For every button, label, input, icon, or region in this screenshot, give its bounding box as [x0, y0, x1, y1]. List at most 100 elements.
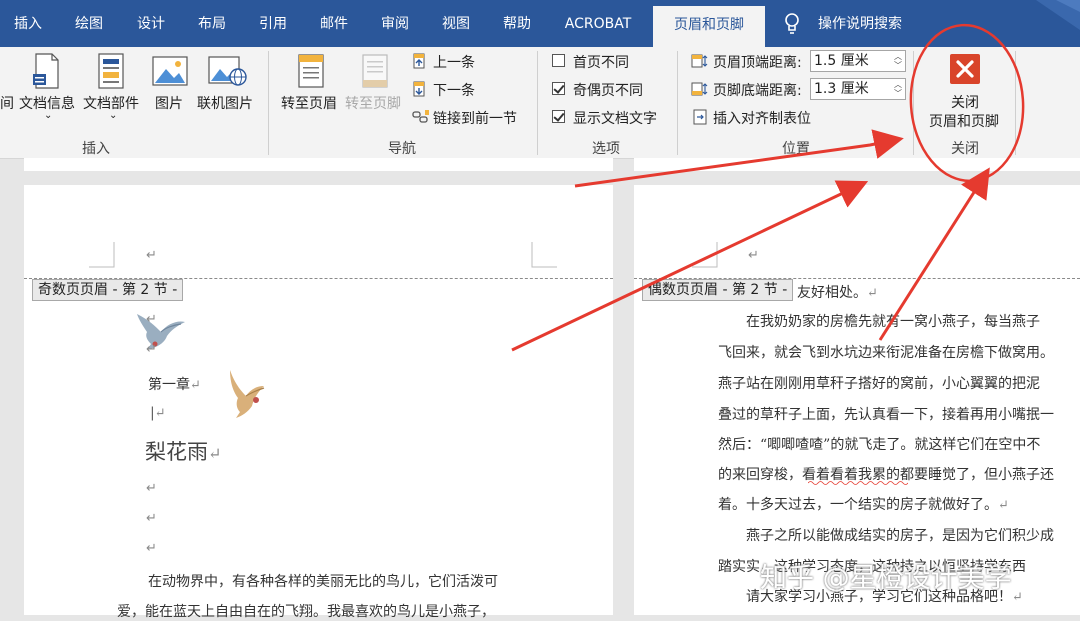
- close-header-footer-label-line1[interactable]: 关闭: [951, 92, 979, 112]
- footer-bottom-distance-label: 页脚底端距离:: [713, 83, 802, 99]
- odd-even-different-label[interactable]: 奇偶页不同: [573, 80, 643, 100]
- close-header-footer-label-line2[interactable]: 页眉和页脚: [929, 111, 999, 131]
- group-divider: [537, 51, 538, 155]
- picture-button[interactable]: 图片: [155, 93, 183, 113]
- margin-corner-mark: [531, 242, 557, 268]
- header-top-distance-label: 页眉顶端距离:: [713, 55, 802, 71]
- footer-bottom-distance-icon: [691, 82, 708, 96]
- next-icon: [413, 81, 425, 97]
- odd-page-header-tag: 奇数页页眉 - 第 2 节 -: [32, 279, 184, 301]
- group-label-navigation: 导航: [388, 141, 416, 157]
- header-top-distance-icon: [691, 54, 708, 68]
- header-top-distance-value[interactable]: 1.5 厘米: [814, 53, 869, 69]
- paragraph-mark: ↵: [208, 444, 222, 463]
- first-page-different-checkbox[interactable]: [552, 54, 565, 67]
- show-document-text-label[interactable]: 显示文档文字: [573, 108, 657, 128]
- goto-header-icon: [298, 54, 324, 88]
- tab-acrobat[interactable]: ACROBAT: [550, 0, 646, 47]
- paragraph-mark: ↵: [146, 541, 157, 556]
- chapter-heading[interactable]: 第一章↵: [148, 374, 201, 394]
- group-divider: [677, 51, 678, 155]
- paragraph-mark: ↵: [998, 498, 1009, 513]
- body-text-line[interactable]: 燕子之所以能做成结实的房子，是因为它们积少成: [718, 525, 1054, 545]
- header-top-distance-input[interactable]: 1.5 厘米 ︿ ﹀: [810, 50, 906, 72]
- body-text-line[interactable]: 着。十多天过去，一个结实的房子就做好了。↵: [718, 494, 1009, 514]
- online-picture-icon: [208, 56, 247, 86]
- paragraph-mark: ↵: [146, 511, 157, 526]
- previous-button[interactable]: 上一条: [433, 52, 475, 72]
- margin-corner-mark: [89, 242, 115, 268]
- lightbulb-icon: [785, 13, 799, 34]
- tab-design[interactable]: 设计: [122, 0, 180, 47]
- swallow-illustration: [230, 370, 265, 418]
- tab-layout[interactable]: 布局: [183, 0, 241, 47]
- body-text-line[interactable]: 燕子站在刚刚用草秆子搭好的窝前，小心翼翼的把泥: [718, 373, 1040, 393]
- paragraph-mark: ↵: [146, 481, 157, 496]
- goto-header-button[interactable]: 转至页眉: [281, 93, 337, 113]
- previous-page-bottom-left: [24, 158, 613, 171]
- ribbon-tab-bar: 插入 绘图 设计 布局 引用 邮件 审阅 视图 帮助 ACROBAT 页眉和页脚…: [0, 0, 1080, 47]
- tab-references[interactable]: 引用: [244, 0, 302, 47]
- body-text-line[interactable]: 在动物界中，有各种各样的美丽无比的鸟儿，它们活泼可: [148, 571, 498, 591]
- article-title[interactable]: 梨花雨↵: [145, 436, 221, 466]
- group-label-close: 关闭: [951, 141, 979, 157]
- body-text: 友好相处。: [797, 285, 867, 301]
- tab-insert[interactable]: 插入: [0, 0, 56, 47]
- previous-icon: [413, 53, 425, 69]
- body-text: 着。十多天过去，一个结实的房子就做好了。: [718, 497, 998, 513]
- group-divider: [268, 51, 269, 155]
- tab-review[interactable]: 审阅: [366, 0, 424, 47]
- paragraph-mark: ↵: [748, 248, 759, 263]
- body-text-line[interactable]: 爱，能在蓝天上自由自在的飞翔。我最喜欢的鸟儿是小燕子，: [117, 601, 495, 621]
- footer-bottom-distance-input[interactable]: 1.3 厘米 ︿ ﹀: [810, 78, 906, 100]
- swallow-illustration: [137, 314, 185, 350]
- body-text-line[interactable]: 在我奶奶家的房檐先就有一窝小燕子，每当燕子: [718, 311, 1040, 331]
- insert-alignment-tab-button[interactable]: 插入对齐制表位: [713, 108, 811, 128]
- group-label-position: 位置: [782, 141, 810, 157]
- footer-bottom-distance-value[interactable]: 1.3 厘米: [814, 81, 869, 97]
- paragraph-mark: ↵: [1012, 590, 1023, 605]
- spin-arrows-icon[interactable]: ︿ ﹀: [894, 80, 902, 98]
- body-text-line[interactable]: 友好相处。↵: [797, 282, 878, 302]
- margin-corner-mark: [692, 242, 718, 268]
- tab-draw[interactable]: 绘图: [60, 0, 118, 47]
- group-divider: [1015, 51, 1016, 155]
- tab-mailings[interactable]: 邮件: [305, 0, 363, 47]
- goto-footer-icon: [362, 54, 388, 88]
- body-text-line[interactable]: 飞回来，就会飞到水坑边来衔泥准备在房檐下做窝用。: [718, 342, 1054, 362]
- group-label-options: 选项: [592, 141, 620, 157]
- paragraph-mark: ↵: [146, 342, 157, 357]
- watermark: 知乎 @星橙设计美学: [760, 563, 1012, 594]
- chevron-down-icon[interactable]: ⌄: [109, 110, 117, 121]
- show-document-text-checkbox[interactable]: [552, 110, 565, 123]
- paragraph-mark: ↵: [146, 248, 157, 263]
- link-to-previous-icon: [412, 110, 429, 123]
- first-page-different-label[interactable]: 首页不同: [573, 52, 629, 72]
- paragraph-mark: ↵: [154, 406, 166, 421]
- picture-icon: [152, 56, 188, 86]
- paragraph-mark: ↵: [190, 378, 201, 393]
- article-title-text: 梨花雨: [145, 440, 208, 464]
- link-to-previous-button[interactable]: 链接到前一节: [433, 108, 517, 128]
- close-icon[interactable]: [949, 53, 981, 85]
- insert-alignment-tab-icon: [693, 109, 707, 125]
- paragraph-mark: ↵: [146, 312, 157, 327]
- next-button[interactable]: 下一条: [433, 80, 475, 100]
- odd-even-different-checkbox[interactable]: [552, 82, 565, 95]
- spin-arrows-icon[interactable]: ︿ ﹀: [894, 52, 902, 70]
- paragraph-mark: ↵: [867, 286, 878, 301]
- group-label-insert: 插入: [82, 141, 110, 157]
- body-text-line[interactable]: 然后：“唧唧喳喳”的就飞走了。就这样它们在空中不: [718, 434, 1040, 454]
- tab-help[interactable]: 帮助: [488, 0, 546, 47]
- previous-page-bottom-right: [634, 158, 1080, 171]
- tell-me-search[interactable]: 操作说明搜索: [812, 0, 908, 47]
- text-cursor: |↵: [150, 405, 166, 421]
- tab-header-footer[interactable]: 页眉和页脚: [653, 6, 765, 47]
- decoration-shape: [1036, 0, 1080, 30]
- cut-off-label: 间: [0, 96, 14, 112]
- goto-footer-button[interactable]: 转至页脚: [345, 93, 401, 113]
- chevron-down-icon[interactable]: ⌄: [44, 110, 52, 121]
- body-text-line[interactable]: 叠过的草秆子上面，先认真看一下，接着再用小嘴抿一: [718, 404, 1054, 424]
- tab-view[interactable]: 视图: [427, 0, 485, 47]
- online-picture-button[interactable]: 联机图片: [197, 93, 253, 113]
